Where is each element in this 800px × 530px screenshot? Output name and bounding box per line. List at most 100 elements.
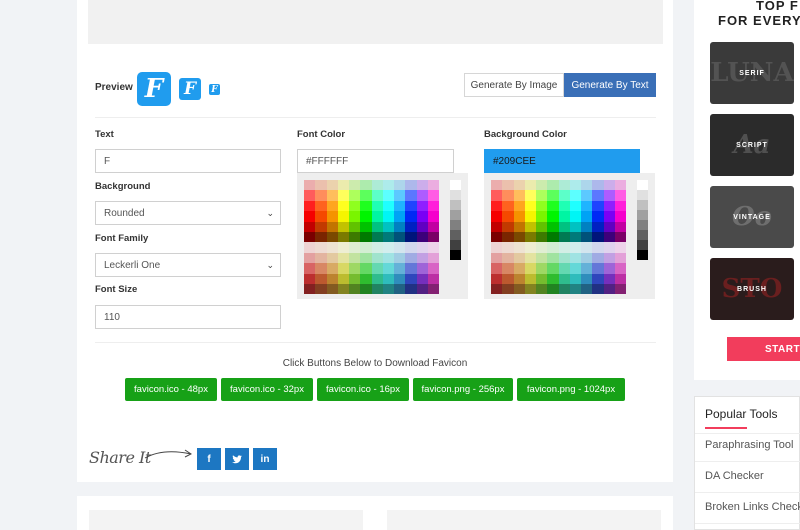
color-swatch[interactable] xyxy=(427,242,439,253)
color-swatch[interactable] xyxy=(427,211,439,222)
color-swatch[interactable] xyxy=(569,252,581,264)
font-thumb-script[interactable]: Aa SCRIPT xyxy=(710,114,794,176)
color-swatch[interactable] xyxy=(315,190,327,201)
color-swatch[interactable] xyxy=(337,231,349,243)
text-input[interactable]: F xyxy=(95,149,281,173)
color-swatch[interactable] xyxy=(405,180,417,191)
font-thumb-vintage[interactable]: Oo VINTAGE xyxy=(710,186,794,248)
color-swatch[interactable] xyxy=(416,180,428,191)
color-swatch[interactable] xyxy=(427,273,439,284)
color-swatch[interactable] xyxy=(614,211,626,222)
color-swatch[interactable] xyxy=(394,231,406,243)
color-swatch[interactable] xyxy=(558,190,570,201)
color-swatch[interactable] xyxy=(427,180,439,191)
color-swatch[interactable] xyxy=(502,180,514,191)
color-swatch[interactable] xyxy=(581,190,593,201)
color-swatch[interactable] xyxy=(491,242,503,253)
gray-swatch[interactable] xyxy=(637,240,648,250)
gray-swatch[interactable] xyxy=(450,250,461,260)
background-color-picker[interactable] xyxy=(484,173,655,299)
color-swatch[interactable] xyxy=(491,190,503,201)
color-swatch[interactable] xyxy=(547,242,559,253)
color-swatch[interactable] xyxy=(491,263,503,274)
color-swatch[interactable] xyxy=(547,200,559,212)
gray-swatch[interactable] xyxy=(450,240,461,250)
color-swatch[interactable] xyxy=(304,242,316,253)
twitter-share-button[interactable] xyxy=(225,448,249,470)
color-swatch[interactable] xyxy=(581,263,593,274)
color-swatch[interactable] xyxy=(502,231,514,243)
download-ico-16-button[interactable]: favicon.ico - 16px xyxy=(317,378,409,401)
color-swatch[interactable] xyxy=(581,252,593,264)
color-swatch[interactable] xyxy=(337,221,349,232)
color-swatch[interactable] xyxy=(536,200,548,212)
fonts-ad-panel[interactable]: TOP F FOR EVERY LUNA SERIF Aa SCRIPT Oo … xyxy=(694,0,800,380)
gray-swatch[interactable] xyxy=(450,230,461,240)
color-swatch[interactable] xyxy=(405,242,417,253)
color-swatch[interactable] xyxy=(382,273,394,284)
font-color-palette[interactable] xyxy=(304,180,439,295)
color-swatch[interactable] xyxy=(513,190,525,201)
color-swatch[interactable] xyxy=(513,211,525,222)
color-swatch[interactable] xyxy=(360,263,372,274)
color-swatch[interactable] xyxy=(558,273,570,284)
color-swatch[interactable] xyxy=(536,252,548,264)
color-swatch[interactable] xyxy=(491,252,503,264)
color-swatch[interactable] xyxy=(337,283,349,295)
color-swatch[interactable] xyxy=(371,180,383,191)
color-swatch[interactable] xyxy=(502,190,514,201)
color-swatch[interactable] xyxy=(558,221,570,232)
color-swatch[interactable] xyxy=(337,211,349,222)
color-swatch[interactable] xyxy=(326,283,338,295)
color-swatch[interactable] xyxy=(394,190,406,201)
color-swatch[interactable] xyxy=(349,273,361,284)
color-swatch[interactable] xyxy=(569,211,581,222)
start-button[interactable]: START xyxy=(727,337,800,361)
color-swatch[interactable] xyxy=(304,221,316,232)
color-swatch[interactable] xyxy=(502,221,514,232)
color-swatch[interactable] xyxy=(349,231,361,243)
color-swatch[interactable] xyxy=(382,200,394,212)
color-swatch[interactable] xyxy=(536,231,548,243)
download-png-1024-button[interactable]: favicon.png - 1024px xyxy=(517,378,625,401)
color-swatch[interactable] xyxy=(382,231,394,243)
color-swatch[interactable] xyxy=(405,252,417,264)
color-swatch[interactable] xyxy=(304,200,316,212)
color-swatch[interactable] xyxy=(603,221,615,232)
color-swatch[interactable] xyxy=(491,221,503,232)
background-select[interactable]: Rounded ⌄ xyxy=(95,201,281,225)
color-swatch[interactable] xyxy=(304,283,316,295)
color-swatch[interactable] xyxy=(416,211,428,222)
font-color-input[interactable]: #FFFFFF xyxy=(297,149,454,173)
color-swatch[interactable] xyxy=(524,180,536,191)
facebook-share-button[interactable]: f xyxy=(197,448,221,470)
color-swatch[interactable] xyxy=(524,190,536,201)
color-swatch[interactable] xyxy=(592,283,604,295)
color-swatch[interactable] xyxy=(416,252,428,264)
color-swatch[interactable] xyxy=(603,200,615,212)
color-swatch[interactable] xyxy=(603,283,615,295)
color-swatch[interactable] xyxy=(491,231,503,243)
font-color-picker[interactable] xyxy=(297,173,468,299)
color-swatch[interactable] xyxy=(405,263,417,274)
color-swatch[interactable] xyxy=(547,283,559,295)
color-swatch[interactable] xyxy=(315,200,327,212)
color-swatch[interactable] xyxy=(360,190,372,201)
color-swatch[interactable] xyxy=(603,231,615,243)
color-swatch[interactable] xyxy=(337,242,349,253)
color-swatch[interactable] xyxy=(304,211,316,222)
color-swatch[interactable] xyxy=(337,263,349,274)
color-swatch[interactable] xyxy=(592,211,604,222)
color-swatch[interactable] xyxy=(491,211,503,222)
color-swatch[interactable] xyxy=(536,273,548,284)
color-swatch[interactable] xyxy=(569,180,581,191)
color-swatch[interactable] xyxy=(524,221,536,232)
color-swatch[interactable] xyxy=(337,180,349,191)
color-swatch[interactable] xyxy=(326,263,338,274)
color-swatch[interactable] xyxy=(513,200,525,212)
color-swatch[interactable] xyxy=(326,231,338,243)
color-swatch[interactable] xyxy=(427,252,439,264)
color-swatch[interactable] xyxy=(513,180,525,191)
gray-swatch[interactable] xyxy=(450,190,461,200)
color-swatch[interactable] xyxy=(371,263,383,274)
